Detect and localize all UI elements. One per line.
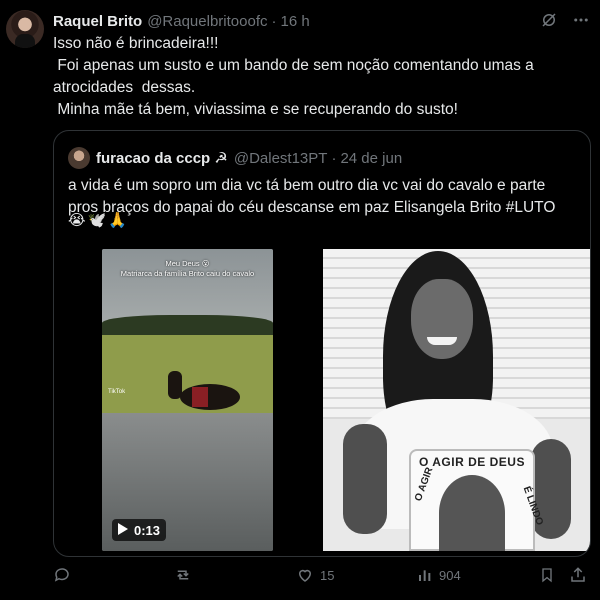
video-duration: 0:13 bbox=[134, 522, 161, 538]
tweet-header: Raquel Brito @Raquelbritooofc · 16 h bbox=[53, 11, 590, 31]
tweet[interactable]: Raquel Brito @Raquelbritooofc · 16 h Iss… bbox=[0, 0, 600, 600]
bookmark-icon bbox=[539, 566, 555, 584]
like-count: 15 bbox=[320, 567, 335, 583]
retweet-icon bbox=[173, 566, 193, 584]
views-button[interactable]: 904 bbox=[417, 564, 461, 586]
share-icon bbox=[569, 566, 587, 584]
horse-figure bbox=[168, 371, 240, 410]
photo-face bbox=[411, 279, 473, 359]
quote-separator: · bbox=[331, 149, 337, 167]
quoted-tweet[interactable]: furacao da cccp ☭ @Dalest13PT · 24 de ju… bbox=[53, 130, 591, 557]
bookmark-button[interactable] bbox=[539, 564, 555, 586]
quote-text: a vida é um sopro um dia vc tá bem outro… bbox=[68, 175, 578, 219]
photo-shirt-portrait bbox=[439, 475, 505, 551]
view-count: 904 bbox=[439, 567, 461, 583]
quote-text-body: a vida é um sopro um dia vc tá bem outro… bbox=[68, 177, 556, 216]
header-icons bbox=[540, 11, 590, 29]
timestamp[interactable]: 16 h bbox=[280, 13, 309, 30]
grok-icon[interactable] bbox=[540, 11, 558, 29]
photo-smile bbox=[427, 337, 457, 345]
tweet-text: Isso não é brincadeira!!! Foi apenas um … bbox=[53, 35, 534, 118]
quote-author-handle: @Dalest13PT bbox=[233, 149, 328, 167]
video-thumbnail[interactable]: Meu Deus 😮 Matriarca da família Brito ca… bbox=[102, 249, 273, 551]
quote-header: furacao da cccp ☭ @Dalest13PT · 24 de ju… bbox=[96, 147, 402, 169]
quote-avatar[interactable] bbox=[68, 147, 90, 169]
photo-arm-left bbox=[343, 424, 387, 534]
avatar[interactable] bbox=[6, 10, 44, 48]
author-name[interactable]: Raquel Brito bbox=[53, 13, 142, 30]
tiktok-watermark: TikTok bbox=[108, 389, 126, 395]
quote-timestamp: 24 de jun bbox=[340, 149, 403, 167]
reply-button[interactable] bbox=[53, 564, 71, 586]
share-button[interactable] bbox=[569, 564, 587, 586]
video-caption-line2: Matriarca da família Brito caiu do caval… bbox=[120, 269, 255, 278]
quote-author-name: furacao da cccp ☭ bbox=[96, 150, 228, 167]
action-bar: 15 904 bbox=[53, 564, 593, 586]
views-icon bbox=[417, 566, 433, 584]
like-icon bbox=[296, 566, 314, 584]
more-icon[interactable] bbox=[572, 11, 590, 29]
retweet-button[interactable] bbox=[173, 564, 193, 586]
video-trees bbox=[102, 315, 273, 335]
video-caption-line1: Meu Deus 😮 bbox=[165, 259, 210, 268]
author-handle[interactable]: @Raquelbritooofc bbox=[147, 13, 267, 30]
reply-icon bbox=[53, 566, 71, 584]
play-icon bbox=[118, 522, 128, 538]
video-duration-badge[interactable]: 0:13 bbox=[112, 519, 167, 541]
separator: · bbox=[271, 12, 277, 30]
quote-emoji: 😭🕊️🙏 bbox=[68, 212, 129, 229]
photo-thumbnail[interactable]: O AGIR DE DEUS O AGIR É LINDO bbox=[323, 249, 590, 551]
like-button[interactable]: 15 bbox=[296, 564, 334, 586]
